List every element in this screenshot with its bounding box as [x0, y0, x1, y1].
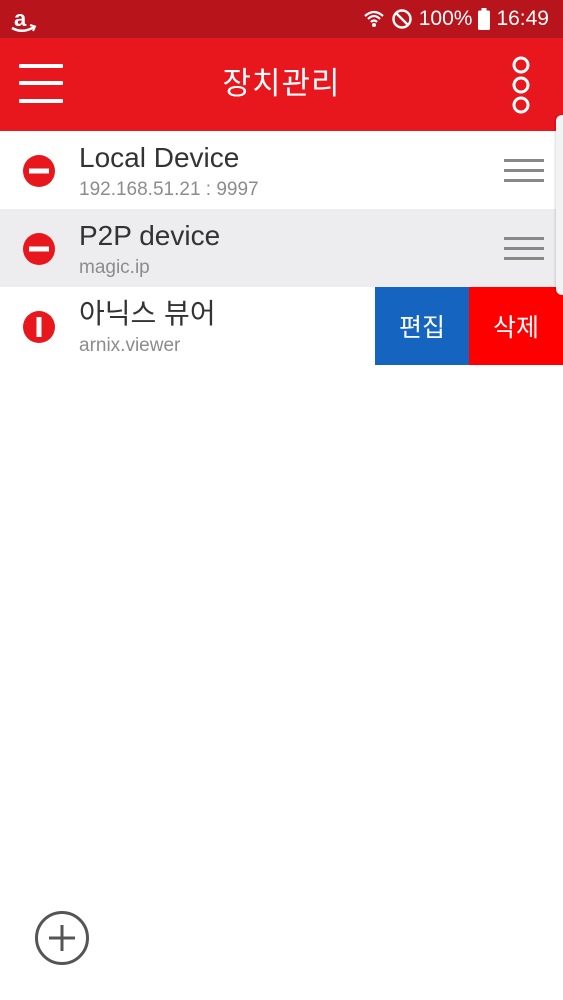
do-not-disturb-icon [391, 8, 413, 30]
drag-handle-icon[interactable] [504, 233, 544, 265]
device-name: P2P device [79, 220, 221, 251]
remove-circle-icon[interactable] [23, 233, 55, 265]
device-address: arnix.viewer [79, 335, 181, 356]
battery-icon [478, 8, 491, 30]
wifi-icon [363, 8, 385, 30]
battery-level: 100% [418, 7, 473, 30]
amazon-icon: a [8, 4, 38, 34]
device-name: Local Device [79, 142, 240, 173]
remove-circle-icon[interactable] [23, 155, 55, 187]
device-row-arnix[interactable]: 아닉스 뷰어 arnix.viewer 편집 삭제 [0, 287, 563, 365]
more-vertical-icon[interactable] [504, 56, 538, 114]
app-toolbar: 장치관리 [0, 38, 563, 131]
status-bar: a 100% 16:49 [0, 0, 563, 38]
add-circle-icon[interactable] [34, 910, 90, 966]
edit-button[interactable]: 편집 [375, 287, 469, 365]
drag-handle-icon[interactable] [504, 155, 544, 187]
device-list: Local Device 192.168.51.21 : 9997 P2P de… [0, 131, 563, 365]
device-address: 192.168.51.21 : 9997 [79, 179, 259, 200]
device-row-local[interactable]: Local Device 192.168.51.21 : 9997 [0, 131, 563, 209]
page-title: 장치관리 [222, 66, 341, 102]
remove-circle-rotated-icon[interactable] [23, 311, 55, 343]
clock: 16:49 [496, 7, 549, 30]
device-address: magic.ip [79, 257, 150, 278]
device-row-p2p[interactable]: P2P device magic.ip [0, 209, 563, 287]
device-name: 아닉스 뷰어 [79, 298, 216, 329]
svg-text:a: a [14, 6, 27, 31]
edge-panel-handle[interactable] [556, 115, 563, 295]
delete-button[interactable]: 삭제 [469, 287, 563, 365]
